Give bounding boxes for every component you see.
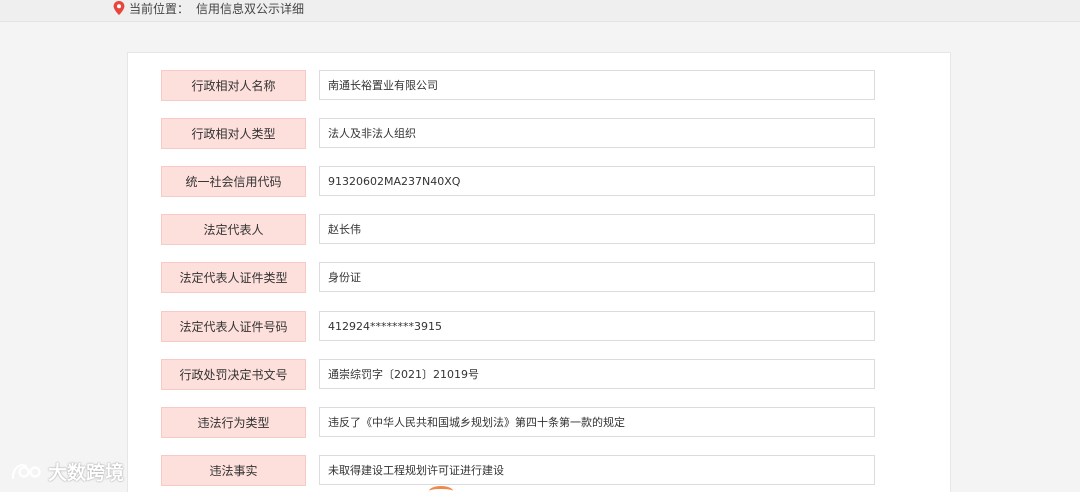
field-value: 法人及非法人组织 <box>319 118 875 148</box>
top-bar: 当前位置： 信用信息双公示详细 <box>0 0 1080 22</box>
field-row-type: 行政相对人类型 法人及非法人组织 <box>161 118 875 149</box>
field-label: 法定代表人证件号码 <box>161 311 306 342</box>
watermark-logo-icon <box>11 464 41 480</box>
detail-panel: 行政相对人名称 南通长裕置业有限公司 行政相对人类型 法人及非法人组织 统一社会… <box>127 52 951 492</box>
field-label: 行政相对人类型 <box>161 118 306 149</box>
field-value: 412924********3915 <box>319 311 875 341</box>
field-row-decision-no: 行政处罚决定书文号 通崇综罚字〔2021〕21019号 <box>161 359 875 390</box>
field-label: 行政处罚决定书文号 <box>161 359 306 390</box>
field-value: 未取得建设工程规划许可证进行建设 <box>319 455 875 485</box>
field-row-credit-code: 统一社会信用代码 91320602MA237N40XQ <box>161 166 875 197</box>
field-row-id-type: 法定代表人证件类型 身份证 <box>161 262 875 293</box>
field-row-violation-facts: 违法事实 未取得建设工程规划许可证进行建设 <box>161 455 875 486</box>
field-label: 违法事实 <box>161 455 306 486</box>
field-label: 行政相对人名称 <box>161 70 306 101</box>
location-pin-icon <box>113 1 125 15</box>
field-label: 统一社会信用代码 <box>161 166 306 197</box>
field-row-name: 行政相对人名称 南通长裕置业有限公司 <box>161 70 875 101</box>
field-value: 违反了《中华人民共和国城乡规划法》第四十条第一款的规定 <box>319 407 875 437</box>
field-value: 南通长裕置业有限公司 <box>319 70 875 100</box>
field-row-id-number: 法定代表人证件号码 412924********3915 <box>161 311 875 342</box>
field-value: 通崇综罚字〔2021〕21019号 <box>319 359 875 389</box>
field-label: 法定代表人 <box>161 214 306 245</box>
watermark: 大数跨境 <box>10 458 124 484</box>
field-label: 法定代表人证件类型 <box>161 262 306 293</box>
decorative-mark <box>429 486 453 492</box>
breadcrumb-current: 信用信息双公示详细 <box>196 1 305 16</box>
field-label: 违法行为类型 <box>161 407 306 438</box>
field-row-violation-type: 违法行为类型 违反了《中华人民共和国城乡规划法》第四十条第一款的规定 <box>161 407 875 438</box>
field-value: 赵长伟 <box>319 214 875 244</box>
field-value: 身份证 <box>319 262 875 292</box>
field-value: 91320602MA237N40XQ <box>319 166 875 196</box>
breadcrumb-prefix: 当前位置： <box>129 1 190 16</box>
field-row-legal-rep: 法定代表人 赵长伟 <box>161 214 875 245</box>
breadcrumb: 当前位置： 信用信息双公示详细 <box>113 0 304 16</box>
watermark-text: 大数跨境 <box>48 461 125 484</box>
